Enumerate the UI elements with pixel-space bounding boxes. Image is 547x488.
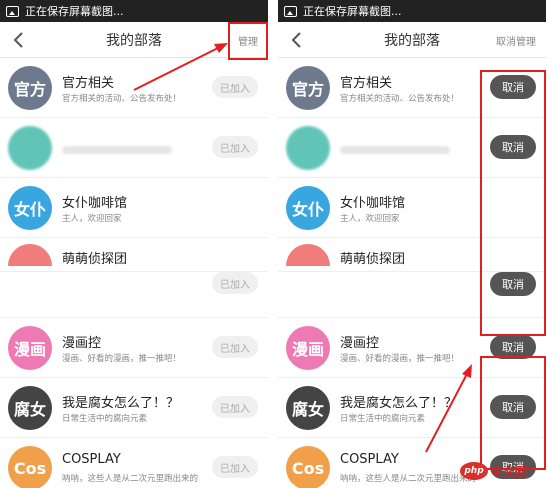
avatar: 漫画 (286, 326, 330, 370)
list-item[interactable]: 已加入 (0, 118, 268, 178)
tribe-name: 女仆咖啡馆 (340, 196, 406, 211)
tribe-name: 官方相关 (340, 76, 393, 91)
annotation-box (480, 356, 546, 470)
tribe-name: 萌萌侦探团 (62, 252, 128, 267)
tribe-name: 女仆咖啡馆 (62, 196, 128, 211)
avatar: 腐女 (8, 386, 52, 430)
status-bar: 正在保存屏幕截图... (0, 0, 268, 22)
joined-button[interactable]: 已加入 (212, 396, 258, 418)
tribe-desc: 漫画、好看的漫画，推一推吧！ (62, 354, 182, 364)
tribe-name: 我是腐女怎么了！？ (62, 396, 180, 411)
status-bar: 正在保存屏幕截图... (278, 0, 546, 22)
blurred-text (340, 146, 450, 154)
avatar (8, 126, 52, 170)
avatar: 女仆 (286, 186, 330, 230)
joined-button[interactable]: 已加入 (212, 272, 258, 294)
tribe-name: COSPLAY (340, 452, 399, 467)
screenshot-icon (6, 5, 19, 17)
avatar: 官方 (8, 66, 52, 110)
status-text: 正在保存屏幕截图... (25, 5, 124, 18)
avatar: 漫画 (8, 326, 52, 370)
tribe-desc: 日常生活中的腐向元素 (340, 414, 426, 424)
php-logo-icon: php (460, 462, 488, 480)
watermark-text: 中文网 (491, 464, 528, 479)
back-arrow-icon[interactable] (288, 30, 306, 50)
left-screen: 正在保存屏幕截图... 我的部落 管理 官方 官方相关 官方相关的活动、公告发布… (0, 0, 268, 488)
avatar: Cos (286, 446, 330, 488)
avatar: 腐女 (286, 386, 330, 430)
page-title: 我的部落 (384, 32, 440, 49)
tribe-desc: 呐呐，这些人是从二次元里跑出来的 (62, 474, 199, 484)
tribe-name: 我是腐女怎么了！？ (340, 396, 458, 411)
tribe-desc: 漫画、好看的漫画，推一推吧！ (340, 354, 460, 364)
screenshot-icon (284, 5, 297, 17)
tribe-name: 漫画控 (62, 336, 102, 351)
joined-button[interactable]: 已加入 (212, 136, 258, 158)
tribe-name: 漫画控 (340, 336, 380, 351)
joined-button[interactable]: 已加入 (212, 336, 258, 358)
joined-button[interactable]: 已加入 (212, 456, 258, 478)
page-title: 我的部落 (106, 32, 162, 49)
tribe-desc: 主人，欢迎回家 (62, 214, 122, 224)
watermark-logo: php 中文网 (460, 460, 540, 482)
tribe-name: 官方相关 (62, 76, 115, 91)
right-screen: 正在保存屏幕截图... 我的部落 取消管理 官方 官方相关 官方相关的活动、公告… (278, 0, 546, 488)
list-item[interactable]: 已加入 (0, 272, 268, 318)
tribe-list: 官方 官方相关 官方相关的活动、公告发布处！ 已加入 已加入 女仆 女仆咖啡馆 … (0, 58, 268, 488)
avatar (286, 126, 330, 170)
avatar (8, 244, 52, 266)
tribe-desc: 主人，欢迎回家 (340, 214, 400, 224)
tribe-name: 萌萌侦探团 (340, 252, 406, 267)
list-item[interactable]: 女仆 女仆咖啡馆 主人，欢迎回家 (0, 178, 268, 238)
list-item[interactable]: 漫画 漫画控 漫画、好看的漫画，推一推吧！ 已加入 (0, 318, 268, 378)
tribe-name: COSPLAY (62, 452, 121, 467)
blurred-text (62, 146, 172, 154)
tribe-desc: 日常生活中的腐向元素 (62, 414, 148, 424)
list-item[interactable]: 腐女 我是腐女怎么了！？ 日常生活中的腐向元素 已加入 (0, 378, 268, 438)
annotation-box (228, 22, 268, 60)
tribe-desc: 官方相关的活动、公告发布处！ (62, 94, 182, 104)
cancel-manage-button[interactable]: 取消管理 (492, 22, 540, 58)
avatar: Cos (8, 446, 52, 488)
nav-bar: 我的部落 取消管理 (278, 22, 546, 58)
avatar: 女仆 (8, 186, 52, 230)
annotation-box (480, 70, 546, 336)
status-text: 正在保存屏幕截图... (303, 5, 402, 18)
comparison-screenshot: 正在保存屏幕截图... 我的部落 管理 官方 官方相关 官方相关的活动、公告发布… (0, 0, 547, 488)
joined-button[interactable]: 已加入 (212, 76, 258, 98)
list-item[interactable]: 萌萌侦探团 (0, 238, 268, 272)
divider (268, 0, 278, 488)
avatar: 官方 (286, 66, 330, 110)
list-item[interactable]: Cos COSPLAY 呐呐，这些人是从二次元里跑出来的 已加入 (0, 438, 268, 488)
avatar (286, 244, 330, 266)
tribe-desc: 官方相关的活动、公告发布处！ (340, 94, 460, 104)
list-item[interactable]: 官方 官方相关 官方相关的活动、公告发布处！ 已加入 (0, 58, 268, 118)
back-arrow-icon[interactable] (10, 30, 28, 50)
tribe-desc: 呐呐，这些人是从二次元里跑出来的 (340, 474, 477, 484)
